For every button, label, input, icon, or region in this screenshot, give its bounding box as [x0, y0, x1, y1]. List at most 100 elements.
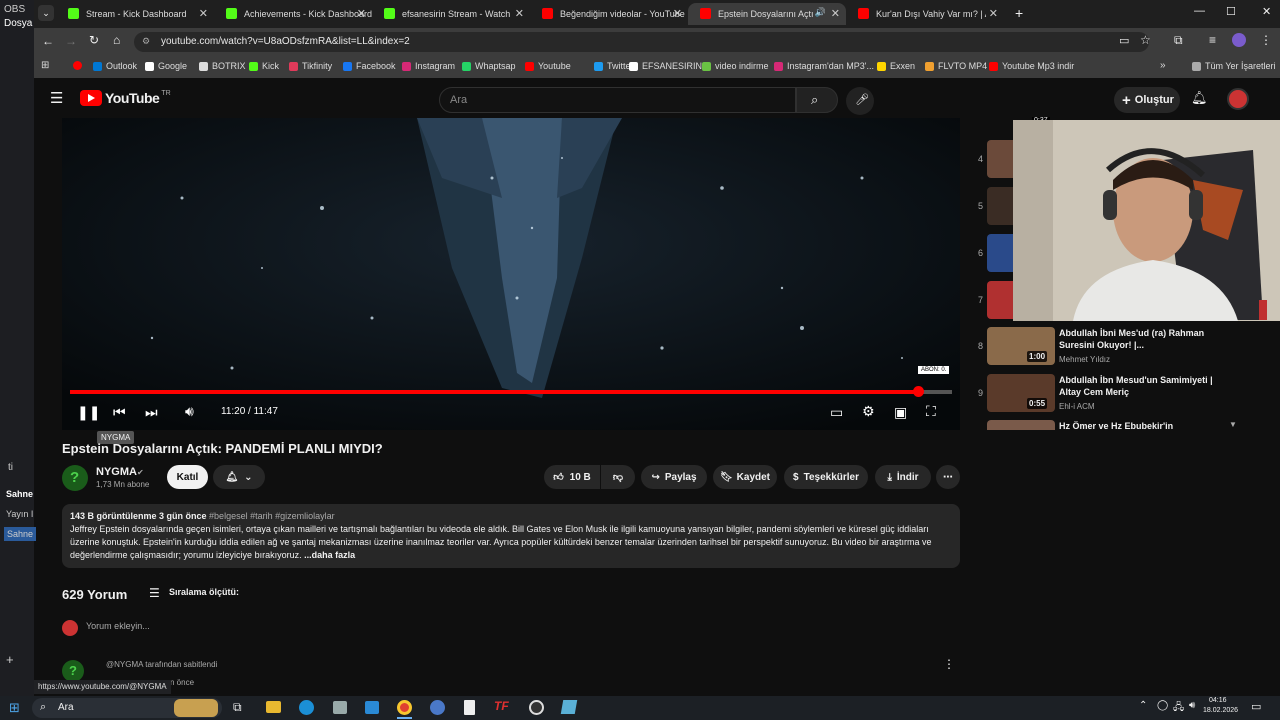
file-explorer-icon[interactable]: [266, 701, 281, 713]
search-input[interactable]: Ara: [439, 87, 796, 113]
scroll-down-icon[interactable]: ▼: [1229, 420, 1237, 429]
channel-name[interactable]: NYGMA: [96, 466, 137, 478]
bookmark-item[interactable]: Youtube: [525, 61, 571, 71]
create-button[interactable]: + Oluştur: [1114, 87, 1180, 113]
taskbar-search[interactable]: ⌕ Ara: [32, 698, 222, 718]
progress-scrubber[interactable]: [913, 386, 924, 397]
apps-grid-icon[interactable]: ⊞: [41, 60, 49, 71]
document-icon[interactable]: [464, 700, 475, 715]
comment-author-avatar[interactable]: ?: [62, 660, 84, 682]
bookmark-item[interactable]: Kick: [249, 61, 279, 71]
bookmark-item[interactable]: Whaptsap: [462, 61, 516, 71]
reading-list-icon[interactable]: ≡: [1209, 33, 1216, 47]
menu-kebab-icon[interactable]: ⋮: [1260, 33, 1272, 47]
close-icon[interactable]: ✕: [357, 7, 366, 20]
hamburger-menu-icon[interactable]: ☰: [50, 89, 63, 107]
youtube-bookmark-icon[interactable]: [73, 61, 82, 70]
more-actions-button[interactable]: ⋯: [936, 465, 960, 489]
close-icon[interactable]: ✕: [199, 7, 208, 20]
window-close-icon[interactable]: ✕: [1262, 5, 1271, 18]
bookmark-item[interactable]: Instagram'dan MP3'...: [774, 61, 874, 71]
bookmark-item[interactable]: Outlook: [93, 61, 137, 71]
bookmark-item[interactable]: Exxen: [877, 61, 915, 71]
windows-start-icon[interactable]: ⊞: [9, 700, 20, 716]
app-icon[interactable]: [430, 700, 445, 715]
clock-time[interactable]: 04:16: [1209, 697, 1227, 704]
app-icon[interactable]: [560, 700, 578, 714]
tab-search-icon[interactable]: ⌄: [38, 5, 54, 21]
video-player[interactable]: ABON: 0.: [62, 118, 960, 430]
bookmark-item[interactable]: Twitter: [594, 61, 634, 71]
youtube-logo[interactable]: YouTube TR: [80, 90, 171, 106]
save-button[interactable]: 🔖︎ Kaydet: [713, 465, 777, 489]
bookmark-item[interactable]: Google: [145, 61, 187, 71]
cast-icon[interactable]: ▭: [1119, 34, 1129, 47]
previous-icon[interactable]: ⏮︎: [113, 404, 126, 421]
all-bookmarks[interactable]: Tüm Yer İşaretleri: [1192, 61, 1276, 71]
pause-icon[interactable]: ❚❚: [77, 404, 100, 421]
playlist-item[interactable]: Hz Ömer ve Hz Ebubekir'in: [974, 418, 1239, 430]
chrome-icon[interactable]: [397, 700, 412, 715]
home-icon[interactable]: ⌂: [113, 33, 120, 47]
download-button[interactable]: ⤓ İndir: [875, 465, 931, 489]
subscribed-bell-button[interactable]: 🔔︎ ⌄: [213, 465, 265, 489]
account-avatar[interactable]: [1227, 88, 1249, 110]
tray-app-icon[interactable]: ◯: [1157, 700, 1168, 711]
progress-bar[interactable]: [70, 386, 952, 397]
network-icon[interactable]: 🖧︎: [1173, 700, 1184, 717]
playlist-item-channel[interactable]: Mehmet Yıldız: [1059, 355, 1110, 364]
volume-icon[interactable]: 🔊︎: [1189, 700, 1195, 711]
clock-date[interactable]: 18.02.2026: [1203, 707, 1238, 714]
tab-liked-videos[interactable]: Beğendiğim videolar - YouTube ✕: [530, 3, 688, 25]
close-icon[interactable]: ✕: [673, 7, 682, 20]
tray-overflow-icon[interactable]: ⌃: [1139, 700, 1147, 711]
tf-app-icon[interactable]: TF: [494, 699, 509, 713]
close-icon[interactable]: ✕: [515, 7, 524, 20]
tab-kick-efsanesirin[interactable]: efsanesirin Stream - Watch Live✕: [372, 3, 530, 25]
audio-playing-icon[interactable]: 🔊: [815, 7, 826, 18]
tab-kick-achievements[interactable]: Achievements - Kick Dashboard ✕: [214, 3, 372, 25]
bookmark-star-icon[interactable]: ☆: [1140, 33, 1151, 47]
bookmark-item[interactable]: EFSANESIRIN: [629, 61, 702, 71]
minimize-icon[interactable]: —: [1194, 5, 1205, 17]
app-icon[interactable]: [333, 701, 347, 714]
dislike-button[interactable]: 👎︎: [601, 465, 635, 489]
notifications-icon[interactable]: ▭: [1251, 700, 1261, 713]
hashtags[interactable]: #belgesel #tarih #gizemliolaylar: [209, 511, 335, 521]
maximize-icon[interactable]: ☐: [1226, 5, 1236, 18]
tab-kuran-vahiy[interactable]: Kur'an Dışı Vahiy Var mı? | Altay✕: [846, 3, 1004, 25]
thanks-button[interactable]: $ Teşekkürler: [784, 465, 868, 489]
close-icon[interactable]: ✕: [989, 7, 998, 20]
close-icon[interactable]: ✕: [831, 7, 840, 20]
show-more-link[interactable]: ...daha fazla: [304, 550, 355, 560]
playlist-thumbnail[interactable]: [987, 420, 1055, 430]
miniplayer-icon[interactable]: ▣: [894, 404, 907, 421]
like-button[interactable]: 👍︎ 10 B: [544, 465, 600, 489]
settings-gear-icon[interactable]: ⚙: [862, 403, 875, 420]
subtitles-icon[interactable]: ▭: [830, 404, 843, 421]
sort-button[interactable]: Sıralama ölçütü:: [169, 587, 239, 597]
obs-item-3[interactable]: Sahne: [4, 527, 37, 541]
playlist-item[interactable]: 9 0:55 Abdullah İbn Mesud'un Samimiyeti | …: [974, 372, 1239, 416]
playlist-item[interactable]: 8 1:00 Abdullah İbni Mes'ud (ra) Rahman Su…: [974, 325, 1239, 369]
join-button[interactable]: Katıl: [167, 465, 208, 489]
playlist-item-title[interactable]: Hz Ömer ve Hz Ebubekir'in: [1059, 420, 1234, 430]
forward-icon[interactable]: →: [65, 34, 77, 48]
extensions-icon[interactable]: ⧉: [1174, 33, 1183, 48]
description-box[interactable]: 143 B görüntülenme 3 gün önce #belgesel …: [62, 504, 960, 568]
obs-item-1[interactable]: Sahne: [6, 489, 33, 499]
reload-icon[interactable]: ↻: [89, 33, 99, 47]
bookmark-item[interactable]: Facebook: [343, 61, 396, 71]
obs-menu-file[interactable]: Dosya: [4, 18, 32, 29]
tab-epstein-video[interactable]: Epstein Dosyalarını Açtık: P🔊 ✕: [688, 3, 846, 25]
share-button[interactable]: ↪ Paylaş: [641, 465, 707, 489]
next-icon[interactable]: ⏭︎: [145, 404, 158, 421]
search-button[interactable]: ⌕: [796, 87, 838, 113]
channel-avatar[interactable]: ?: [62, 465, 88, 491]
tab-kick-stream[interactable]: Stream - Kick Dashboard ✕: [56, 3, 214, 25]
address-input[interactable]: ⚙ youtube.com/watch?v=U8aODsfzmRA&list=L…: [134, 32, 1149, 52]
edge-icon[interactable]: [299, 700, 314, 715]
sort-icon[interactable]: ☰: [149, 586, 160, 600]
task-view-icon[interactable]: ⧉: [233, 700, 242, 715]
playlist-item-channel[interactable]: Ehl-i ACM: [1059, 402, 1095, 411]
